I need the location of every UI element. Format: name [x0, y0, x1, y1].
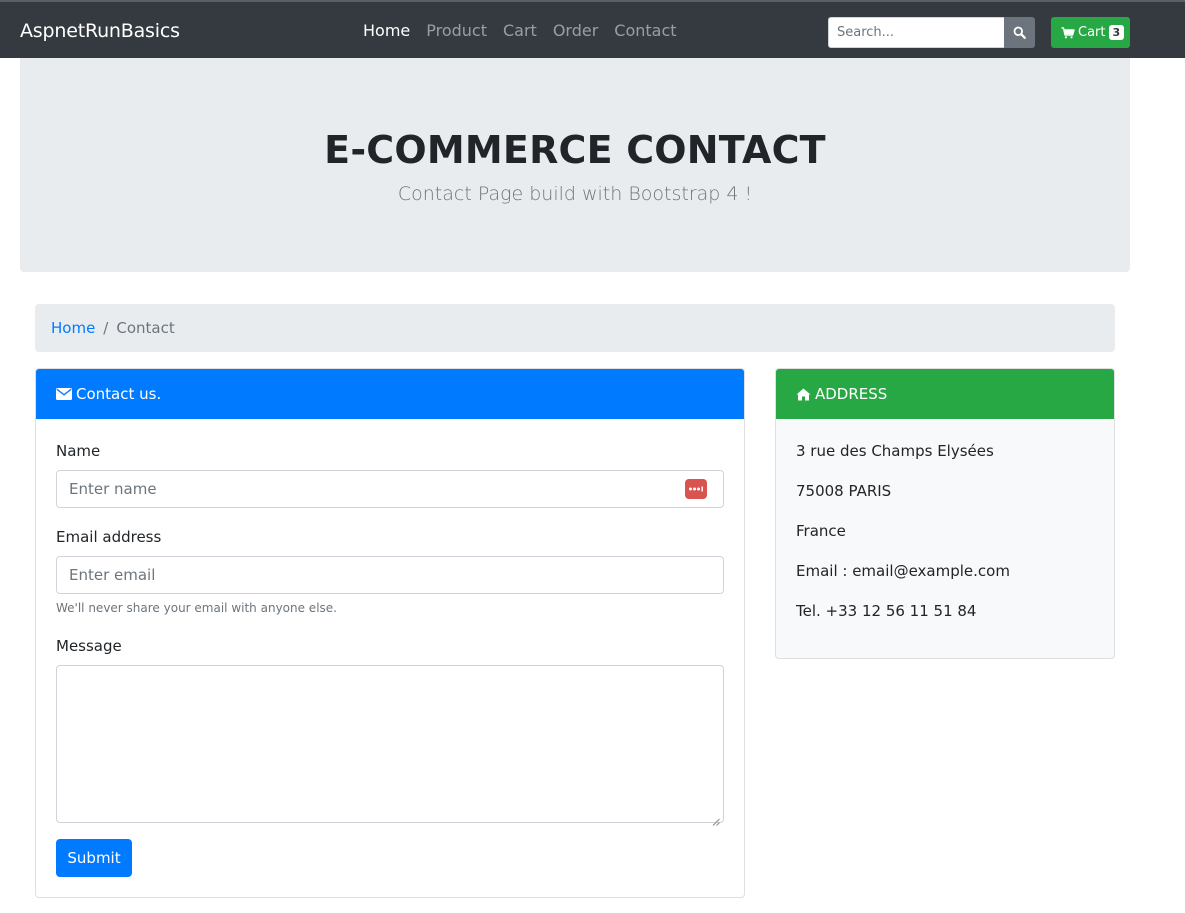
email-label: Email address [56, 528, 162, 546]
cart-count-badge: 3 [1108, 25, 1125, 40]
resize-grip-icon[interactable] [712, 811, 720, 826]
jumbotron: E-COMMERCE CONTACT Contact Page build wi… [20, 58, 1130, 272]
page-subtitle: Contact Page build with Bootstrap 4 ! [397, 183, 753, 205]
brand-logo-text[interactable]: AspnetRunBasics [20, 20, 180, 42]
nav-link-contact[interactable]: Contact [614, 21, 676, 40]
breadcrumb: Home / Contact [35, 304, 1115, 352]
envelope-icon [56, 388, 72, 400]
shopping-cart-icon [1061, 26, 1075, 39]
search-form [828, 17, 1035, 48]
nav-link-home[interactable]: Home [363, 21, 410, 40]
address-street: 3 rue des Champs Elysées [796, 442, 994, 460]
email-input[interactable] [56, 556, 724, 594]
breadcrumb-separator: / [103, 319, 109, 337]
nav-link-order[interactable]: Order [553, 21, 598, 40]
message-label: Message [56, 637, 122, 655]
search-input[interactable] [828, 17, 1004, 48]
home-icon [796, 388, 811, 401]
contact-card-header: Contact us. [36, 369, 744, 419]
nav-links: Home Product Cart Order Contact [363, 21, 693, 40]
address-country: France [796, 522, 846, 540]
contact-card: Contact us. Name Email address We'll nev… [35, 368, 745, 898]
nav-link-cart[interactable]: Cart [503, 21, 537, 40]
address-card-title: ADDRESS [815, 385, 888, 403]
contact-card-title: Contact us. [76, 385, 162, 403]
search-icon [1013, 26, 1026, 39]
cart-button[interactable]: Cart 3 [1051, 17, 1130, 48]
message-textarea[interactable] [56, 665, 724, 826]
submit-button[interactable]: Submit [56, 839, 132, 877]
email-help-text: We'll never share your email with anyone… [56, 601, 337, 615]
password-manager-icon[interactable] [685, 479, 707, 499]
page-title: E-COMMERCE CONTACT [324, 128, 826, 172]
address-email: Email : email@example.com [796, 562, 1010, 580]
address-card: ADDRESS 3 rue des Champs Elysées 75008 P… [775, 368, 1115, 659]
nav-link-product[interactable]: Product [426, 21, 487, 40]
breadcrumb-current: Contact [116, 319, 175, 337]
search-button[interactable] [1004, 17, 1035, 48]
navbar: AspnetRunBasics Home Product Cart Order … [0, 0, 1185, 58]
address-phone: Tel. +33 12 56 11 51 84 [796, 602, 977, 620]
name-label: Name [56, 442, 101, 460]
cart-label: Cart [1078, 25, 1106, 40]
name-input[interactable] [56, 470, 724, 508]
breadcrumb-home-link[interactable]: Home [51, 319, 95, 337]
address-postal-city: 75008 PARIS [796, 482, 892, 500]
address-card-header: ADDRESS [776, 369, 1114, 419]
